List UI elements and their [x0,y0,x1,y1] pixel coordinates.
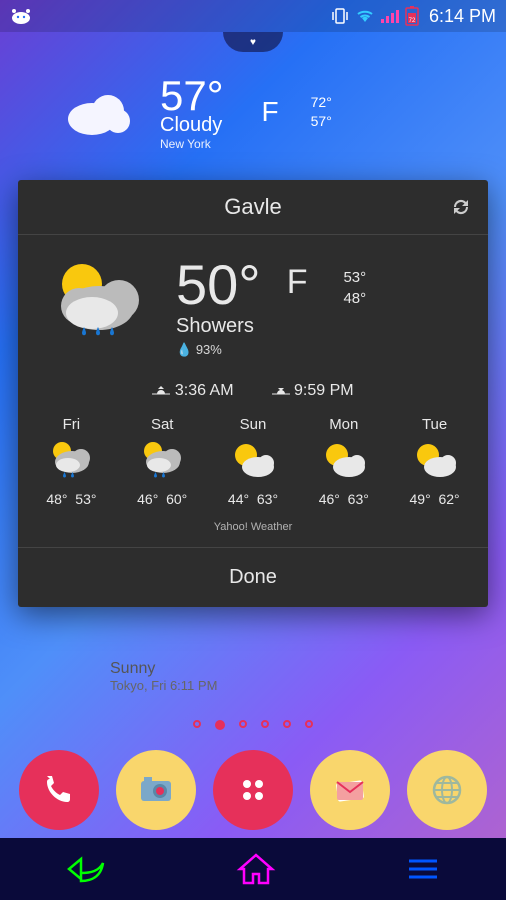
status-time: 6:14 PM [429,6,496,27]
popup-condition: Showers [176,315,261,338]
bg-temp: 57° [160,72,224,120]
sun-times: 3:36 AM 9:59 PM [18,376,488,414]
weather-detail-popup: Gavle 50° Showers 💧 93% F 53°48° 3:36 AM… [18,180,488,607]
recent-button[interactable] [401,851,445,887]
attribution: Yahoo! Weather [18,521,488,547]
popup-unit: F [287,263,308,302]
bg-condition: Cloudy [160,114,224,137]
dock [0,750,506,830]
done-button[interactable]: Done [18,547,488,607]
mail-app[interactable] [310,750,390,830]
bg-location: New York [160,137,224,151]
refresh-button[interactable] [450,196,472,218]
forecast-row: Fri48° 53°Sat46° 60°Sun44° 63°Mon46° 63°… [18,414,488,521]
wifi-icon [355,8,375,24]
nav-bar [0,838,506,900]
phone-app[interactable] [19,750,99,830]
battery-icon: 72 [405,6,419,26]
sunset-icon [272,383,290,397]
notch-decoration: ♥ [223,32,283,52]
bg-hilo: 72°57° [311,93,332,129]
sunrise-icon [152,383,170,397]
apps-drawer[interactable] [213,750,293,830]
forecast-day: Tue49° 62° [389,416,480,507]
signal-icon [381,9,399,23]
popup-temp: 50° [176,257,261,313]
svg-text:72: 72 [409,18,416,24]
status-left [10,8,331,24]
status-bar: 72 6:14 PM [0,0,506,32]
showers-icon [44,258,154,358]
forecast-day: Sat46° 60° [117,416,208,507]
back-button[interactable] [61,851,111,887]
popup-hilo: 53°48° [343,267,366,309]
popup-city: Gavle [224,194,281,220]
browser-app[interactable] [407,750,487,830]
page-indicator[interactable] [0,720,506,730]
home-button[interactable] [234,851,278,887]
popup-humidity: 💧 93% [176,342,261,358]
weather-widget-background[interactable]: 57° Cloudy New York F 72°57° [60,72,446,151]
bg-unit: F [262,96,279,128]
vibrate-icon [331,7,349,25]
forecast-day: Fri48° 53° [26,416,117,507]
camera-app[interactable] [116,750,196,830]
cloud-icon [60,87,140,137]
forecast-day: Mon46° 63° [298,416,389,507]
forecast-day: Sun44° 63° [208,416,299,507]
widget-below-peek: Sunny Tokyo, Fri 6:11 PM [110,660,217,693]
